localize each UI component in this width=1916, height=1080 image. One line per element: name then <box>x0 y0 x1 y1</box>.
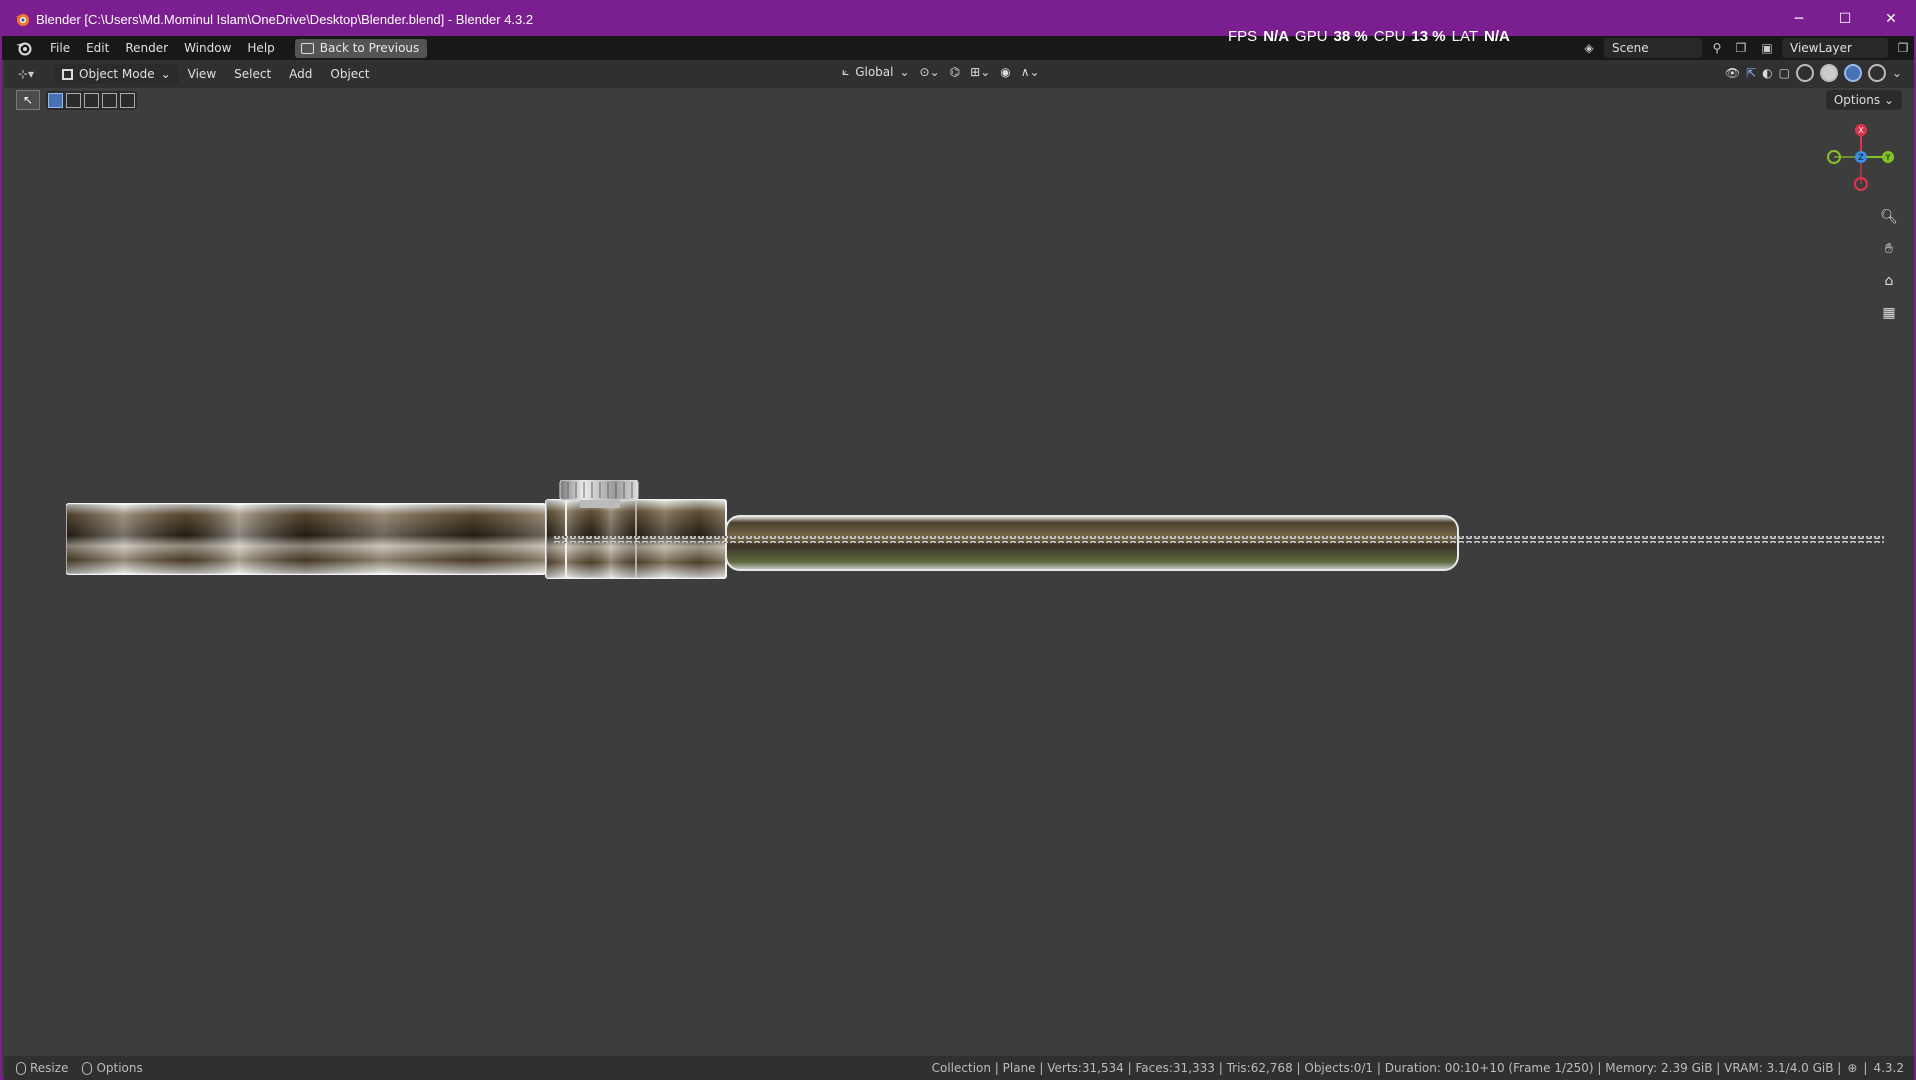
gizmo-toggle-icon[interactable]: ⇱ <box>1746 66 1756 80</box>
fps-value: N/A <box>1263 28 1290 45</box>
viewport-menu-object[interactable]: Object <box>321 67 378 81</box>
back-icon <box>300 42 314 54</box>
scene-statistics: Collection | Plane | Verts:31,534 | Face… <box>931 1061 1842 1075</box>
selection-mode-group <box>46 90 137 110</box>
navigation-buttons: 🔍︎ ✋︎ ⌂ ▦ <box>1878 206 1900 324</box>
top-menu-bar: File Edit Render Window Help Back to Pre… <box>2 36 1914 60</box>
3d-viewport[interactable]: X Y Z 🔍︎ ✋︎ ⌂ ▦ <box>4 88 1914 1056</box>
globe-icon: ⊕ <box>1847 1061 1858 1075</box>
fps-label: FPS <box>1228 28 1258 45</box>
gizmo-z-label: Z <box>1858 153 1864 162</box>
transform-controls: ⟀ Global ⌄ ⊙⌄ ⌬ ⊞⌄ ◉ ∧⌄ <box>842 64 1040 79</box>
viewport-menu-view[interactable]: View <box>179 67 225 81</box>
viewport-menu-add[interactable]: Add <box>280 67 321 81</box>
orientation-icon: ⟀ <box>842 64 850 78</box>
back-to-previous-label: Back to Previous <box>319 41 420 55</box>
navigation-gizmo[interactable]: X Y Z <box>1826 122 1896 192</box>
editor-type-icon: ⊹▾ <box>18 67 35 81</box>
select-extend-icon[interactable] <box>66 92 81 108</box>
menu-file[interactable]: File <box>42 36 78 60</box>
falloff-icon[interactable]: ∧⌄ <box>1021 65 1040 79</box>
new-scene-icon[interactable]: ❐ <box>1732 39 1750 57</box>
cpu-label: CPU <box>1373 28 1406 45</box>
menu-render[interactable]: Render <box>117 36 176 60</box>
chevron-down-icon: ⌄ <box>899 64 910 79</box>
cpu-value: 13 % <box>1411 28 1446 45</box>
mouse-right-icon <box>82 1062 93 1075</box>
select-subtract-icon[interactable] <box>84 92 99 108</box>
snap-target-icon[interactable]: ⊞⌄ <box>970 65 990 79</box>
options-hint-label: Options <box>96 1061 143 1075</box>
shading-controls: 👁︎ ⇱ ◐ ▢ ⌄ <box>1725 64 1902 82</box>
back-to-previous-button[interactable]: Back to Previous <box>294 38 428 58</box>
overlays-icon[interactable]: ◐ <box>1762 66 1772 80</box>
viewport-menu-select[interactable]: Select <box>225 67 280 81</box>
blender-window: Blender [C:\Users\Md.Mominul Islam\OneDr… <box>0 0 1916 1080</box>
resize-label: Resize <box>30 1061 69 1075</box>
scene-icon[interactable]: ◈ <box>1580 39 1598 57</box>
blender-logo-icon <box>15 14 29 26</box>
material-shading-button[interactable] <box>1843 64 1862 82</box>
object-mode-icon <box>62 68 73 80</box>
gpu-label: GPU <box>1295 28 1328 45</box>
proportional-edit-icon[interactable]: ◉ <box>1000 65 1010 79</box>
minimize-button[interactable]: ─ <box>1776 2 1822 36</box>
snap-icon[interactable]: ⌬ <box>950 65 960 79</box>
select-intersect-icon[interactable] <box>120 92 135 108</box>
new-view-layer-icon[interactable]: ❐ <box>1894 39 1912 57</box>
visibility-icon[interactable]: 👁︎ <box>1725 66 1740 80</box>
view-layer-field[interactable]: ViewLayer <box>1782 38 1888 58</box>
tool-row: ↖ <box>16 90 137 110</box>
mouse-left-icon <box>16 1062 26 1075</box>
performance-overlay: FPS N/A GPU 38 % CPU 13 % LAT N/A <box>1228 28 1510 45</box>
window-title: Blender [C:\Users\Md.Mominul Islam\OneDr… <box>36 11 534 27</box>
scene-selector: ◈ Scene ⚲ ❐ <box>1580 38 1750 58</box>
rendered-shading-button[interactable] <box>1867 64 1886 82</box>
xray-icon[interactable]: ▢ <box>1779 66 1790 80</box>
menu-help[interactable]: Help <box>239 36 282 60</box>
menu-window[interactable]: Window <box>176 36 239 60</box>
camera-view-icon[interactable]: ⌂ <box>1878 270 1900 292</box>
solid-shading-button[interactable] <box>1819 64 1838 82</box>
options-hint: Options <box>82 1061 143 1075</box>
close-button[interactable]: ✕ <box>1868 2 1914 36</box>
version-label: 4.3.2 <box>1873 1061 1904 1075</box>
view-layer-selector: ▣ ViewLayer ❐ <box>1758 38 1912 58</box>
pin-icon[interactable]: ⚲ <box>1708 39 1726 57</box>
maximize-button[interactable]: ☐ <box>1822 2 1868 36</box>
editor-type-selector[interactable]: ⊹▾ <box>18 64 48 84</box>
pan-hand-icon[interactable]: ✋︎ <box>1878 238 1900 260</box>
pivot-icon[interactable]: ⊙⌄ <box>920 65 940 79</box>
chevron-down-icon: ⌄ <box>160 67 171 81</box>
menu-edit[interactable]: Edit <box>78 36 117 60</box>
window-controls: ─ ☐ ✕ <box>1776 2 1914 36</box>
wireframe-shading-button[interactable] <box>1795 64 1814 82</box>
grid-perspective-icon[interactable]: ▦ <box>1878 302 1900 324</box>
zoom-icon[interactable]: 🔍︎ <box>1878 206 1900 228</box>
options-label: Options <box>1833 93 1881 107</box>
separator: | <box>1863 1061 1868 1075</box>
lat-label: LAT <box>1451 28 1479 45</box>
resize-hint: Resize <box>16 1061 68 1075</box>
blender-menu-icon[interactable] <box>14 40 34 56</box>
title-bar: Blender [C:\Users\Md.Mominul Islam\OneDr… <box>2 2 1914 36</box>
gpu-value: 38 % <box>1333 28 1368 45</box>
shading-options-chevron-icon[interactable]: ⌄ <box>1892 66 1902 80</box>
orientation-selector[interactable]: ⟀ Global ⌄ <box>842 64 910 79</box>
viewport-header: ⊹▾ Object Mode ⌄ View Select Add Object … <box>4 60 1914 88</box>
mode-label: Object Mode <box>79 67 155 81</box>
select-invert-icon[interactable] <box>102 92 117 108</box>
select-new-icon[interactable] <box>48 92 63 108</box>
gizmo-x-label: X <box>1858 126 1864 135</box>
mode-selector[interactable]: Object Mode ⌄ <box>54 64 179 84</box>
view-layer-icon[interactable]: ▣ <box>1758 39 1776 57</box>
3d-model-object[interactable] <box>66 480 1886 590</box>
status-bar: Resize Options Collection | Plane | Vert… <box>4 1056 1914 1080</box>
gizmo-y-label: Y <box>1885 153 1891 162</box>
orientation-label: Global <box>855 64 894 79</box>
scene-field[interactable]: Scene <box>1604 38 1702 58</box>
lat-value: N/A <box>1484 28 1510 45</box>
options-dropdown[interactable]: Options ⌄ <box>1825 90 1902 110</box>
select-tool-icon[interactable]: ↖ <box>16 90 40 110</box>
